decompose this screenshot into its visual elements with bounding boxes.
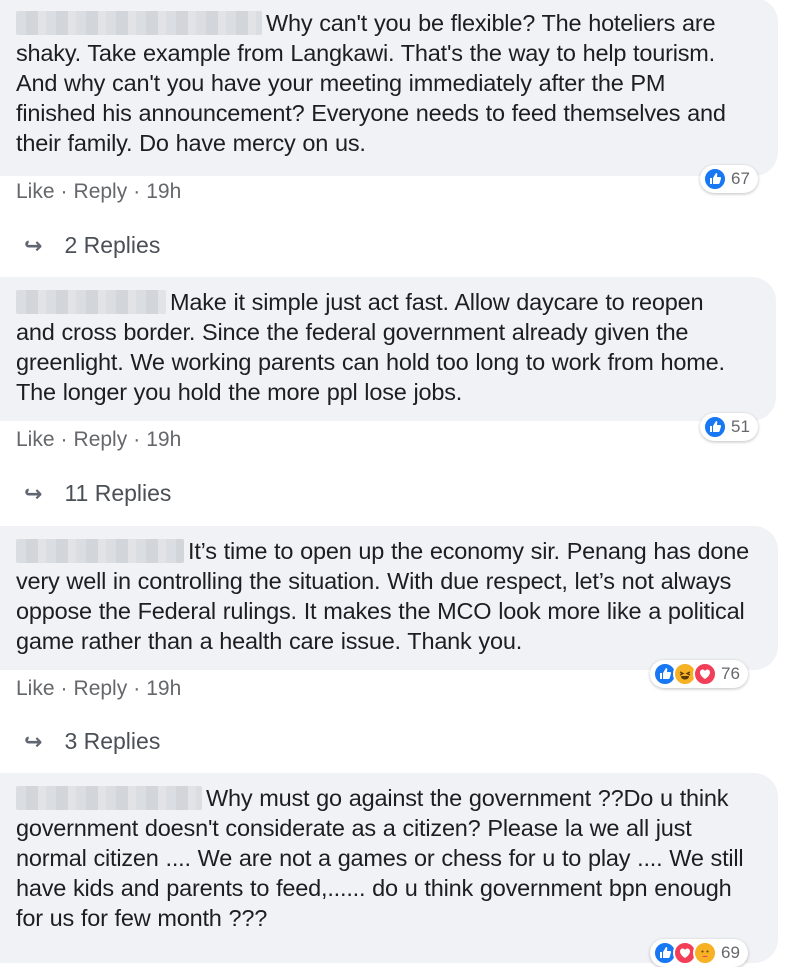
view-replies-button[interactable]: ↪ 3 Replies (24, 728, 160, 755)
reaction-summary[interactable]: 69 (650, 939, 748, 967)
timestamp[interactable]: 19h (146, 180, 181, 203)
comment-text: Make it simple just act fast. Allow dayc… (16, 289, 725, 405)
like-link[interactable]: Like (16, 180, 55, 203)
replies-label: 11 Replies (64, 480, 172, 506)
like-icon (703, 415, 727, 439)
reaction-count: 67 (731, 169, 750, 188)
like-link[interactable]: Like (16, 428, 55, 451)
reaction-summary[interactable]: 76 (650, 660, 748, 688)
comment-actions: Like · Reply · 19h (16, 677, 182, 700)
love-icon (693, 662, 717, 686)
comment-bubble: Make it simple just act fast. Allow dayc… (0, 277, 776, 421)
reply-link[interactable]: Reply (74, 428, 128, 451)
reaction-summary[interactable]: 67 (700, 165, 758, 193)
blurred-author-name[interactable] (16, 539, 184, 563)
comment-bubble: Why can't you be flexible? The hoteliers… (0, 0, 778, 176)
timestamp[interactable]: 19h (146, 428, 181, 451)
like-link[interactable]: Like (16, 677, 55, 700)
reaction-count: 76 (721, 664, 740, 683)
reply-arrow-icon: ↪ (24, 728, 43, 754)
blurred-author-name[interactable] (16, 786, 202, 810)
comment-actions: Like · Reply · 19h (16, 428, 182, 451)
comment-actions: Like · Reply · 19h (16, 180, 182, 203)
view-replies-button[interactable]: ↪ 11 Replies (24, 480, 171, 507)
comment-text: Why can't you be flexible? The hoteliers… (16, 10, 726, 156)
replies-label: 2 Replies (64, 232, 161, 258)
like-icon (703, 167, 727, 191)
care-icon (693, 941, 717, 965)
comment-bubble: It’s time to open up the economy sir. Pe… (0, 526, 778, 670)
blurred-author-name[interactable] (16, 11, 262, 35)
reply-arrow-icon: ↪ (24, 480, 43, 506)
blurred-author-name[interactable] (16, 290, 166, 314)
reply-link[interactable]: Reply (74, 180, 128, 203)
comment-bubble: Why must go against the government ??Do … (0, 773, 778, 963)
replies-label: 3 Replies (64, 728, 161, 754)
view-replies-button[interactable]: ↪ 2 Replies (24, 232, 160, 259)
reaction-count: 69 (721, 943, 740, 962)
reply-arrow-icon: ↪ (24, 232, 43, 258)
timestamp[interactable]: 19h (146, 677, 181, 700)
reaction-summary[interactable]: 51 (700, 413, 758, 441)
comment-text: It’s time to open up the economy sir. Pe… (16, 538, 749, 654)
comment-text: Why must go against the government ??Do … (16, 785, 744, 931)
reaction-count: 51 (731, 417, 750, 436)
reply-link[interactable]: Reply (74, 677, 128, 700)
